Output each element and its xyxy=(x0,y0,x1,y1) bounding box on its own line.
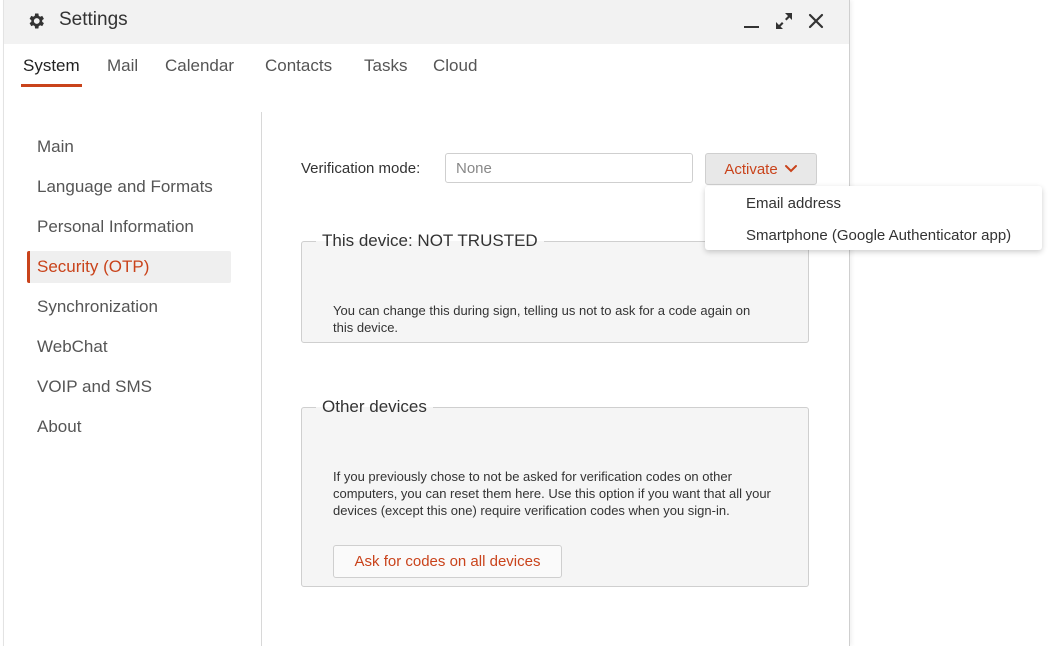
this-device-text: You can change this during sign, telling… xyxy=(333,303,751,335)
sidebar-item-security[interactable]: Security (OTP) xyxy=(27,251,231,283)
other-devices-panel: Other devices If you previously chose to… xyxy=(301,397,809,587)
sidebar-item-main[interactable]: Main xyxy=(27,131,231,163)
close-icon[interactable] xyxy=(805,10,827,32)
maximize-icon[interactable] xyxy=(773,10,795,32)
tab-system[interactable]: System xyxy=(21,56,82,87)
sidebar: Main Language and Formats Personal Infor… xyxy=(4,112,262,646)
sidebar-item-language-formats[interactable]: Language and Formats xyxy=(27,171,231,203)
settings-dialog: Settings System Mail Calendar Contacts T… xyxy=(3,0,1042,646)
gear-icon xyxy=(29,13,44,29)
tab-cloud[interactable]: Cloud xyxy=(431,56,479,84)
sidebar-item-about[interactable]: About xyxy=(27,411,231,443)
window-title: Settings xyxy=(59,9,128,30)
minimize-icon[interactable] xyxy=(741,10,763,32)
activate-button-label: Activate xyxy=(724,160,778,178)
activate-button[interactable]: Activate xyxy=(705,153,817,185)
tab-tasks[interactable]: Tasks xyxy=(362,56,409,84)
tab-mail[interactable]: Mail xyxy=(105,56,140,84)
other-devices-legend: Other devices xyxy=(322,397,427,416)
sidebar-item-webchat[interactable]: WebChat xyxy=(27,331,231,363)
menu-item-smartphone[interactable]: Smartphone (Google Authenticator app) xyxy=(746,227,1011,244)
sidebar-item-synchronization[interactable]: Synchronization xyxy=(27,291,231,323)
tab-contacts[interactable]: Contacts xyxy=(263,56,334,84)
sidebar-item-voip-sms[interactable]: VOIP and SMS xyxy=(27,371,231,403)
other-devices-text: If you previously chose to not be asked … xyxy=(333,469,771,518)
tab-calendar[interactable]: Calendar xyxy=(163,56,236,84)
verification-mode-field[interactable] xyxy=(445,153,693,183)
chevron-down-icon xyxy=(784,165,797,173)
verification-mode-label: Verification mode: xyxy=(301,160,421,177)
ask-codes-all-devices-button[interactable]: Ask for codes on all devices xyxy=(333,545,562,578)
menu-item-email[interactable]: Email address xyxy=(746,195,841,212)
titlebar: Settings xyxy=(4,0,849,44)
tab-bar: System Mail Calendar Contacts Tasks Clou… xyxy=(4,56,849,92)
this-device-legend: This device: NOT TRUSTED xyxy=(322,231,538,250)
activate-dropdown-menu: Email address Smartphone (Google Authent… xyxy=(705,186,1042,250)
sidebar-item-personal-information[interactable]: Personal Information xyxy=(27,211,231,243)
